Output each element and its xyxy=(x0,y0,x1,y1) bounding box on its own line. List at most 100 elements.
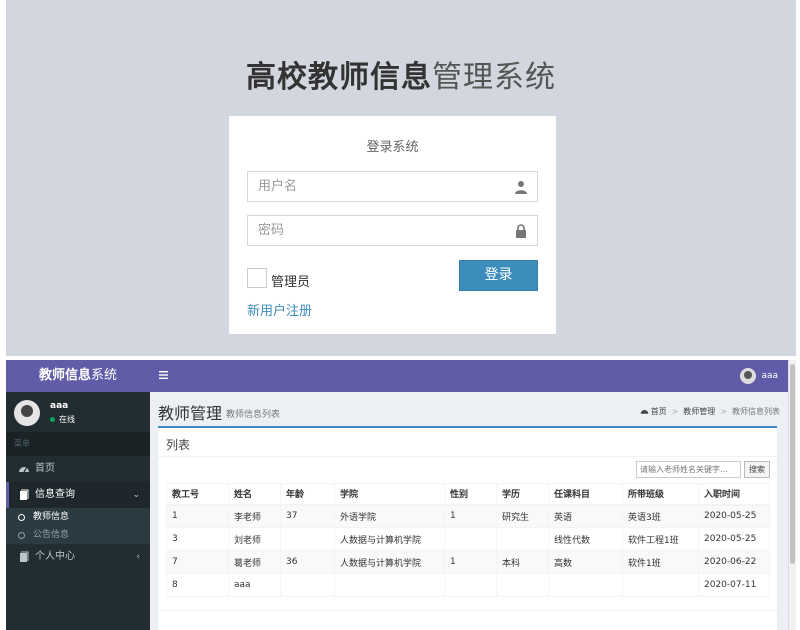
table-cell: 高数 xyxy=(548,550,623,574)
sidebar-item-label: 首页 xyxy=(35,463,55,474)
top-username: aaa xyxy=(761,371,778,381)
page-subtitle: 教师信息列表 xyxy=(226,410,281,420)
scrollbar-thumb[interactable] xyxy=(790,364,795,564)
sidebar-item-info-query[interactable]: 信息查询 ⌄ xyxy=(6,482,150,508)
login-heading: 登录系统 xyxy=(366,140,419,155)
breadcrumb: 首页 > 教师管理 > 教师信息列表 xyxy=(640,406,780,417)
sidebar-item-home[interactable]: 首页 xyxy=(6,456,150,482)
breadcrumb-current: 教师信息列表 xyxy=(732,407,780,416)
divider xyxy=(158,610,777,611)
table-cell: 软件工程1班 xyxy=(622,527,699,551)
content-header: 教师管理 教师信息列表 首页 > 教师管理 > 教师信息列表 xyxy=(158,400,780,426)
sidebar-subitem-teacher-info[interactable]: 教师信息 xyxy=(6,508,150,526)
top-navbar: aaa xyxy=(150,360,788,392)
breadcrumb-separator: > xyxy=(671,407,679,416)
page-title: 教师管理 xyxy=(158,404,223,423)
table-cell: 1 xyxy=(444,550,497,574)
table-row[interactable]: 1 李老师 37 外语学院 1 研究生 英语 英语3班 2020-05-25 xyxy=(166,504,770,528)
top-user-menu[interactable]: aaa xyxy=(740,368,778,384)
password-field[interactable] xyxy=(247,215,538,246)
top-avatar xyxy=(740,368,757,384)
table-cell: 8 xyxy=(166,573,229,597)
username-input[interactable] xyxy=(248,172,537,201)
subitem-label: 公告信息 xyxy=(33,530,70,540)
brand-logo[interactable]: 教师信息系统 xyxy=(6,360,150,392)
col-header: 性别 xyxy=(444,483,497,506)
menu-header: 菜单 xyxy=(6,432,150,456)
table-cell: 外语学院 xyxy=(334,504,445,528)
breadcrumb-home[interactable]: 首页 xyxy=(651,406,667,417)
table-row[interactable]: 7 葛老师 36 人数据与计算机学院 1 本科 高数 软件1班 2020-06-… xyxy=(166,550,770,574)
table-cell: 36 xyxy=(280,550,335,574)
sidebar-item-label: 信息查询 xyxy=(35,489,75,500)
breadcrumb-teacher-mgmt[interactable]: 教师管理 xyxy=(683,406,715,417)
dashboard-icon xyxy=(640,410,648,414)
table-cell: 2020-05-25 xyxy=(698,504,770,528)
table-cell: 本科 xyxy=(496,550,549,574)
table-cell: 1 xyxy=(444,504,497,528)
table-cell: 葛老师 xyxy=(228,550,281,574)
table-cell: aaa xyxy=(228,573,281,597)
table-cell: 李老师 xyxy=(228,504,281,528)
lock-icon xyxy=(516,224,526,238)
breadcrumb-separator: > xyxy=(720,407,727,416)
table-cell xyxy=(622,573,699,597)
user-panel: aaa 在线 xyxy=(6,392,150,432)
divider xyxy=(158,456,777,457)
table-cell: 人数据与计算机学院 xyxy=(334,527,445,551)
table-cell: 37 xyxy=(280,504,335,528)
system-title-light: 管理系统 xyxy=(432,60,556,95)
table-cell: 英语3班 xyxy=(622,504,699,528)
dashboard-icon xyxy=(19,467,29,473)
table-cell xyxy=(496,527,549,551)
admin-checkbox[interactable] xyxy=(247,268,267,288)
login-box: 登录系统 管理员 登录 新用户注册 xyxy=(229,116,556,334)
table-header-row: 教工号 姓名 年龄 学院 性别 学历 任课科目 所带班级 入职时间 xyxy=(166,483,770,506)
sidebar-toggle-icon[interactable] xyxy=(158,369,170,381)
register-link[interactable]: 新用户注册 xyxy=(247,300,312,319)
submenu-info-query: 教师信息 公告信息 xyxy=(6,508,150,544)
table-cell xyxy=(334,573,445,597)
list-box: 列表 搜索 教工号 姓名 年龄 学院 性别 学历 任课科目 所带班级 入职时间 xyxy=(158,426,777,630)
book-icon xyxy=(20,489,29,500)
chevron-left-icon: ‹ xyxy=(136,552,140,562)
sidebar-username: aaa xyxy=(50,401,69,411)
table-cell xyxy=(444,527,497,551)
online-dot-icon xyxy=(50,417,55,422)
table-cell xyxy=(444,573,497,597)
circle-icon xyxy=(18,531,25,539)
login-button[interactable]: 登录 xyxy=(459,260,538,291)
brand-light: 系统 xyxy=(91,368,118,383)
brand-bold: 教师信息 xyxy=(38,368,91,383)
table-cell: 人数据与计算机学院 xyxy=(334,550,445,574)
avatar xyxy=(14,400,40,426)
table-cell: 2020-06-22 xyxy=(698,550,770,574)
table-cell: 英语 xyxy=(548,504,623,528)
username-field[interactable] xyxy=(247,171,538,202)
col-header: 教工号 xyxy=(166,483,229,506)
table-cell: 3 xyxy=(166,527,229,551)
table-cell: 软件1班 xyxy=(622,550,699,574)
sidebar-item-personal-center[interactable]: 个人中心 ‹ xyxy=(6,544,150,570)
table-row[interactable]: 8 aaa 2020-07-11 xyxy=(166,573,770,597)
online-status: 在线 xyxy=(50,414,75,425)
circle-icon xyxy=(18,513,25,521)
online-status-label: 在线 xyxy=(59,415,75,424)
admin-checkbox-label: 管理员 xyxy=(271,275,311,290)
table-cell xyxy=(496,573,549,597)
col-header: 所带班级 xyxy=(622,483,699,506)
table-row[interactable]: 3 刘老师 人数据与计算机学院 线性代数 软件工程1班 2020-05-25 xyxy=(166,527,770,551)
box-title: 列表 xyxy=(166,438,191,452)
search-button[interactable]: 搜索 xyxy=(744,461,770,478)
page-scrollbar[interactable] xyxy=(788,360,796,630)
user-icon xyxy=(515,181,527,194)
subitem-label: 教师信息 xyxy=(33,512,70,522)
login-page: 高校教师信息管理系统 登录系统 管理员 登录 新用户注册 xyxy=(6,0,796,356)
table-cell: 2020-05-25 xyxy=(698,527,770,551)
col-header: 学历 xyxy=(496,483,549,506)
sidebar-subitem-notice-info[interactable]: 公告信息 xyxy=(6,526,150,544)
search-input[interactable] xyxy=(636,461,741,478)
password-input[interactable] xyxy=(248,216,537,245)
table-cell xyxy=(280,573,335,597)
sidebar: aaa 在线 菜单 首页 信息查询 ⌄ 教师信息 公告信息 个人中心 ‹ xyxy=(6,392,150,630)
